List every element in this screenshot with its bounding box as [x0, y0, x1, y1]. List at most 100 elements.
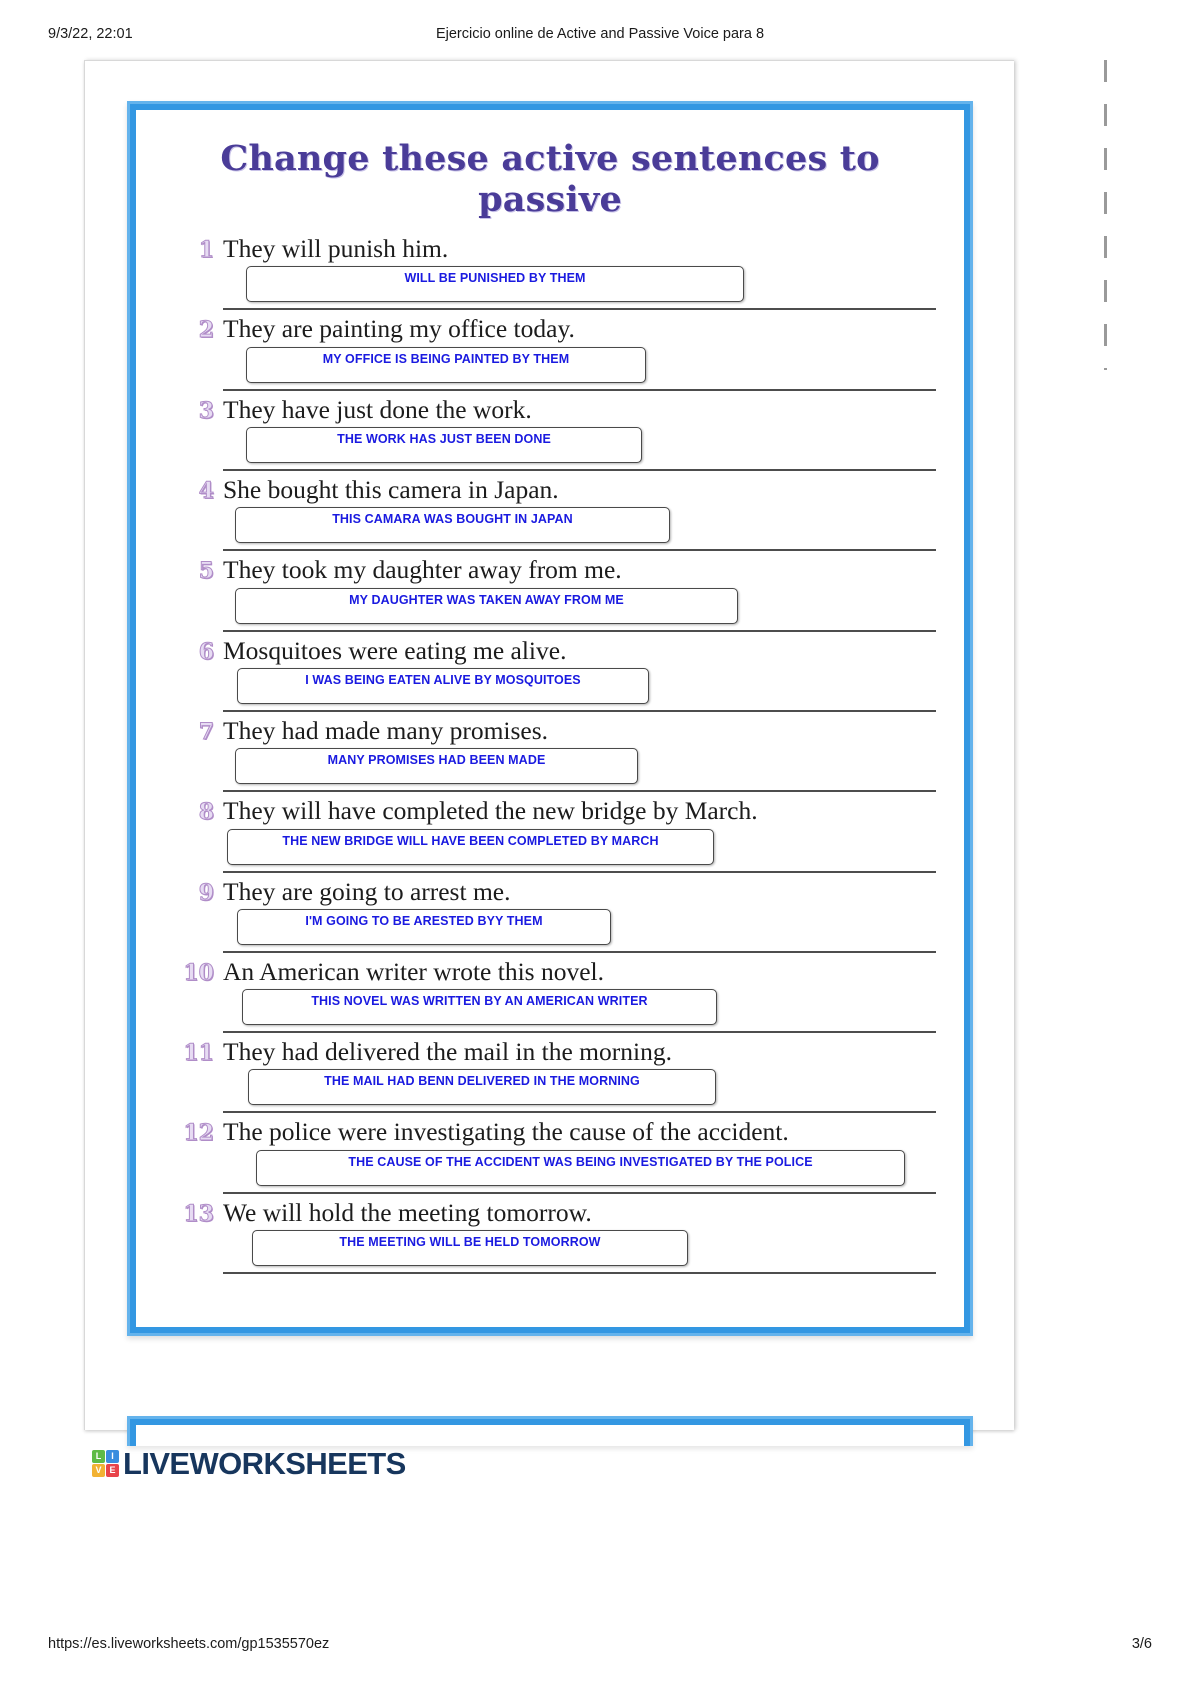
answer-row: THE CAUSE OF THE ACCIDENT WAS BEING INVE… [174, 1149, 936, 1194]
question-prompt-text: We will hold the meeting tomorrow. [223, 1197, 592, 1227]
logo-cell-v: V [92, 1464, 105, 1477]
question-list: 1 They will punish him. WILL BE PUNISHED B… [146, 234, 954, 1275]
answer-input[interactable]: THE CAUSE OF THE ACCIDENT WAS BEING INVE… [256, 1149, 905, 1186]
question-number: 6 [198, 638, 214, 665]
question-item: 10 An American writer wrote this novel. TH… [174, 957, 936, 1034]
question-prompt-row: 2 They are painting my office today. [174, 314, 936, 343]
answer-input[interactable]: I'M GOING TO BE ARESTED BYY THEM [237, 908, 611, 945]
answer-input-value: MY DAUGHTER WAS TAKEN AWAY FROM ME [349, 592, 624, 607]
question-prompt-row: 4 She bought this camera in Japan. [174, 475, 936, 504]
question-number: 11 [183, 1040, 215, 1067]
answer-input[interactable]: MY DAUGHTER WAS TAKEN AWAY FROM ME [235, 587, 738, 624]
answer-row: WILL BE PUNISHED BY THEM [174, 266, 936, 311]
question-item: 4 She bought this camera in Japan. THIS CA… [174, 475, 936, 552]
question-prompt-row: 8 They will have completed the new bridge… [174, 796, 936, 825]
answer-input-value: MANY PROMISES HAD BEEN MADE [327, 753, 546, 768]
question-item: 9 They are going to arrest me. I'M GOING T… [174, 877, 936, 953]
logo-cell-e: E [106, 1464, 119, 1477]
question-prompt-text: She bought this camera in Japan. [223, 474, 559, 504]
answer-row: THE NEW BRIDGE WILL HAVE BEEN COMPLETED … [174, 828, 936, 873]
question-number: 4 [198, 477, 214, 504]
answer-input[interactable]: WILL BE PUNISHED BY THEM [246, 266, 744, 303]
question-prompt-row: 5 They took my daughter away from me. [174, 555, 936, 584]
answer-rule-line [223, 1031, 936, 1034]
question-number: 3 [198, 397, 214, 424]
answer-input[interactable]: THE MEETING WILL BE HELD TOMORROW [252, 1230, 688, 1267]
question-prompt-row: 11 They had delivered the mail in the mor… [174, 1037, 936, 1066]
question-item: 12 The police were investigating the caus… [174, 1117, 936, 1194]
page-crop-guide [1104, 60, 1107, 370]
question-item: 8 They will have completed the new bridge… [174, 796, 936, 873]
answer-input[interactable]: THE MAIL HAD BENN DELIVERED IN THE MORNI… [248, 1069, 716, 1106]
answer-row: MANY PROMISES HAD BEEN MADE [174, 748, 936, 793]
question-number: 12 [183, 1120, 215, 1147]
answer-rule-line [223, 468, 936, 471]
answer-rule-line [223, 709, 936, 712]
print-footer-url: https://es.liveworksheets.com/gp1535570e… [48, 1636, 330, 1652]
answer-input-value: I'M GOING TO BE ARESTED BYY THEM [305, 913, 543, 928]
answer-input[interactable]: THE WORK HAS JUST BEEN DONE [246, 426, 642, 463]
worksheet-frame: Change these active sentences to passive… [127, 101, 973, 1336]
answer-rule-line [223, 1191, 936, 1194]
question-item: 1 They will punish him. WILL BE PUNISHED B… [174, 234, 936, 311]
question-number: 1 [198, 237, 214, 263]
answer-rule-line [223, 308, 936, 311]
answer-input-value: THE WORK HAS JUST BEEN DONE [337, 431, 551, 446]
answer-row: THIS NOVEL WAS WRITTEN BY AN AMERICAN WR… [174, 989, 936, 1034]
question-prompt-text: They will have completed the new bridge … [223, 796, 758, 826]
answer-input-value: I WAS BEING EATEN ALIVE BY MOSQUITOES [305, 672, 581, 687]
answer-rule-line [223, 388, 936, 391]
question-prompt-text: They are going to arrest me. [223, 876, 511, 906]
answer-input[interactable]: THE NEW BRIDGE WILL HAVE BEEN COMPLETED … [227, 828, 714, 865]
question-number: 5 [198, 558, 214, 585]
liveworksheets-mark-icon: L I V E [92, 1450, 119, 1477]
answer-rule-line [223, 1111, 936, 1114]
answer-input[interactable]: MY OFFICE IS BEING PAINTED BY THEM [246, 346, 646, 383]
question-item: 3 They have just done the work. THE WORK H… [174, 395, 936, 471]
answer-input[interactable]: THIS NOVEL WAS WRITTEN BY AN AMERICAN WR… [242, 989, 717, 1026]
question-prompt-text: They are painting my office today. [223, 314, 575, 344]
print-header: 9/3/22, 22:01 Ejercicio online de Active… [0, 26, 1200, 46]
question-prompt-text: They had made many promises. [223, 715, 549, 745]
worksheet-title: Change these active sentences to passive [220, 138, 880, 220]
question-prompt-row: 7 They had made many promises. [174, 716, 936, 745]
question-item: 2 They are painting my office today. MY OF… [174, 314, 936, 391]
answer-rule-line [223, 1272, 936, 1275]
question-item: 5 They took my daughter away from me. MY D… [174, 555, 936, 632]
question-number: 13 [183, 1200, 215, 1227]
answer-input-value: THE MEETING WILL BE HELD TOMORROW [339, 1235, 601, 1250]
logo-cell-l: L [92, 1450, 105, 1463]
question-number: 7 [198, 718, 214, 745]
next-worksheet-frame [127, 1416, 973, 1446]
answer-input-value: THE MAIL HAD BENN DELIVERED IN THE MORNI… [324, 1074, 640, 1089]
question-item: 13 We will hold the meeting tomorrow. THE … [174, 1198, 936, 1275]
liveworksheets-logo: L I V E LIVEWORKSHEETS [92, 1448, 406, 1479]
question-number: 2 [198, 317, 214, 344]
question-item: 7 They had made many promises. MANY PROMIS… [174, 716, 936, 793]
answer-input[interactable]: I WAS BEING EATEN ALIVE BY MOSQUITOES [237, 667, 649, 704]
answer-row: I WAS BEING EATEN ALIVE BY MOSQUITOES [174, 667, 936, 712]
answer-row: THE WORK HAS JUST BEEN DONE [174, 426, 936, 471]
question-prompt-row: 6 Mosquitoes were eating me alive. [174, 636, 936, 665]
answer-input-value: THE CAUSE OF THE ACCIDENT WAS BEING INVE… [348, 1154, 813, 1169]
question-number: 8 [198, 799, 214, 826]
answer-input[interactable]: THIS CAMARA WAS BOUGHT IN JAPAN [235, 507, 670, 544]
question-prompt-text: The police were investigating the cause … [223, 1117, 789, 1147]
question-prompt-row: 13 We will hold the meeting tomorrow. [174, 1198, 936, 1227]
question-prompt-row: 3 They have just done the work. [174, 395, 936, 424]
question-number: 9 [198, 879, 214, 906]
answer-input-value: MY OFFICE IS BEING PAINTED BY THEM [322, 351, 570, 366]
answer-rule-line [223, 629, 936, 632]
answer-row: MY OFFICE IS BEING PAINTED BY THEM [174, 346, 936, 391]
worksheet-body: Change these active sentences to passive… [136, 110, 964, 1327]
answer-input-value: THE NEW BRIDGE WILL HAVE BEEN COMPLETED … [282, 833, 659, 848]
question-prompt-row: 9 They are going to arrest me. [174, 877, 936, 906]
question-item: 6 Mosquitoes were eating me alive. I WAS B… [174, 636, 936, 712]
answer-input-value: THIS CAMARA WAS BOUGHT IN JAPAN [332, 512, 573, 527]
question-prompt-row: 1 They will punish him. [174, 234, 936, 263]
answer-input[interactable]: MANY PROMISES HAD BEEN MADE [235, 748, 638, 785]
liveworksheets-wordmark: LIVEWORKSHEETS [123, 1446, 406, 1481]
print-footer-page-number: 3/6 [1131, 1636, 1152, 1652]
print-footer: https://es.liveworksheets.com/gp1535570e… [0, 1636, 1200, 1656]
question-prompt-row: 12 The police were investigating the caus… [174, 1117, 936, 1146]
